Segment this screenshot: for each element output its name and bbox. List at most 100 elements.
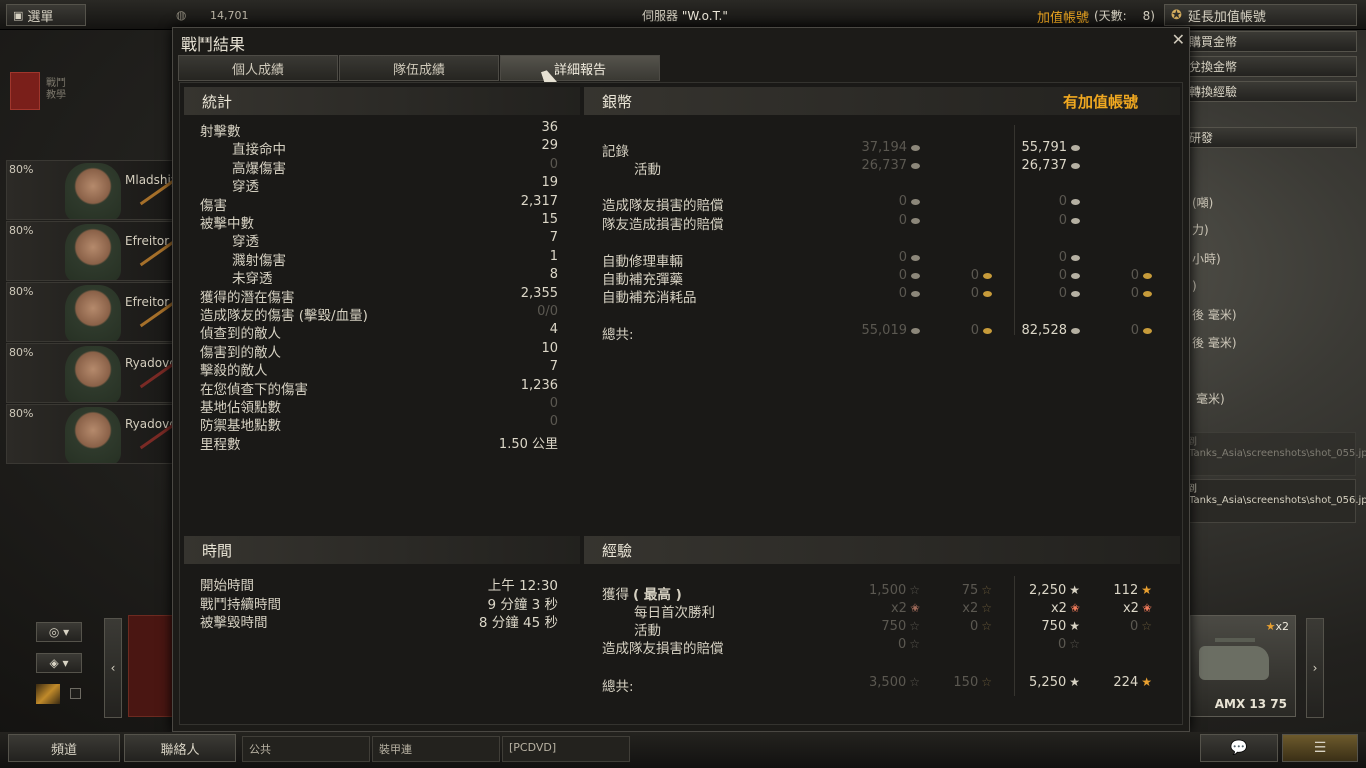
credits-icon	[1071, 144, 1080, 151]
research-button[interactable]: 研發	[1184, 127, 1357, 148]
xp-base-value: x2 ✬	[890, 601, 920, 616]
stat-value: 4	[549, 322, 558, 338]
silver-label: 記錄	[602, 144, 629, 160]
stat-value: 7	[549, 230, 558, 246]
xp-premium-value: 750 ★	[1041, 619, 1080, 634]
xp-base-value: 0 ☆	[897, 637, 920, 652]
silver-base-value: 0	[800, 268, 920, 283]
gold-icon	[1143, 272, 1152, 279]
stat-label: 基地佔領點數	[200, 400, 281, 416]
premium-account-column-label: 有加值帳號	[1062, 92, 1138, 111]
menu-icon: ▣	[13, 8, 24, 22]
premium-account-label: 加值帳號	[1037, 11, 1090, 26]
credits-icon	[911, 162, 920, 169]
crew-member-card[interactable]: 80% Ryadovo	[6, 404, 174, 464]
silver-label: 活動	[634, 162, 661, 178]
stat-label: 在您偵查下的傷害	[200, 381, 308, 398]
tutorial-book-icon	[10, 72, 40, 110]
time-value: 9 分鐘 3 秒	[487, 596, 558, 613]
crew-member-card[interactable]: 80% Ryadovo	[6, 343, 174, 403]
stat-label: 穿透	[232, 179, 259, 196]
notifications-list-icon[interactable]: ☰	[1282, 734, 1358, 762]
silver-base-value: 55,019	[800, 323, 920, 338]
channel-pcdvd[interactable]: [PCDVD]	[502, 736, 630, 762]
credits-icon	[911, 290, 920, 297]
xp-premium-value: x2 ✬	[1050, 601, 1080, 616]
xp-label: 每日首次勝利	[634, 605, 715, 621]
stat-label: 獲得的潛在傷害	[200, 289, 295, 306]
silver-premium-value: 82,528	[960, 323, 1080, 338]
credits-icon	[1071, 327, 1080, 334]
channel-company[interactable]: 裝甲連	[372, 736, 500, 762]
menu-button[interactable]: ▣ 選單	[6, 4, 86, 26]
silver-premium-gold: 0	[1080, 268, 1152, 283]
stat-value: 19	[541, 175, 558, 191]
silver-base-value: 0	[800, 194, 920, 209]
tank-name: AMX 13 75	[1214, 697, 1287, 711]
close-icon[interactable]: ✕	[1172, 30, 1185, 49]
stat-label: 傷害	[200, 197, 227, 214]
stat-value: 2,355	[520, 285, 558, 301]
tank-param-fragment: (噸)	[1192, 196, 1214, 210]
carousel-right-arrow[interactable]: ›	[1306, 618, 1324, 718]
tank-card[interactable]: ★x2 AMX 13 75	[1190, 615, 1296, 717]
silver-label: 自動補充彈藥	[602, 272, 683, 288]
convert-xp-button[interactable]: 轉換經驗	[1184, 81, 1357, 102]
silver-label: 自動修理車輛	[602, 254, 683, 270]
xp-premium-value: 5,250 ★	[1029, 675, 1080, 690]
stat-label: 偵查到的敵人	[200, 326, 281, 343]
silver-base-value: 0	[800, 213, 920, 228]
carousel-left-arrow[interactable]: ‹	[104, 618, 122, 718]
globe-filter-dropdown[interactable]: ◎ ▾	[36, 622, 82, 642]
report-content: 統計 銀幣 有加值帳號 時間 經驗 射擊數 36 直接命中 29 高爆傷害 0 穿透 19 傷害 2…	[179, 82, 1183, 725]
channels-button[interactable]: 頻道	[8, 734, 120, 762]
vehicle-slot[interactable]	[128, 615, 174, 717]
xp-base-value: 750 ☆	[881, 619, 920, 634]
tab-team-results[interactable]: 隊伍成績	[339, 55, 499, 81]
battle-results-dialog: 戰鬥結果 ✕ 個人成績 隊伍成績 詳細報告 統計 銀幣 有加值帳號 時間 經驗 射…	[172, 27, 1190, 732]
xp-label: 總共:	[602, 679, 634, 695]
top-bar: ▣ 選單 ◍ 14,701 伺服器 "W.o.T." 加值帳號 (天數: 8) …	[0, 0, 1366, 30]
premium-icon: ✪	[1171, 7, 1182, 23]
camo-toggle-icon[interactable]	[36, 684, 60, 704]
stat-value: 2,317	[520, 193, 558, 209]
stat-value: 1	[549, 248, 558, 264]
dialog-title: 戰鬥結果	[181, 35, 246, 54]
credits-icon	[1071, 272, 1080, 279]
crew-portrait	[65, 407, 121, 463]
time-label: 開始時間	[200, 578, 254, 594]
xp-label: 造成隊友損害的賠償	[602, 641, 724, 657]
silver-label: 總共:	[602, 327, 634, 343]
stat-label: 里程數	[200, 436, 241, 453]
silver-premium-value: 0	[960, 286, 1080, 301]
credits-icon	[1071, 162, 1080, 169]
time-value: 8 分鐘 45 秒	[478, 615, 558, 631]
silver-base-value: 0	[800, 250, 920, 265]
battle-tutorial-badge[interactable]: 戰鬥教學	[10, 72, 72, 112]
extend-premium-button[interactable]: ✪ 延長加值帳號	[1164, 4, 1357, 26]
tab-detailed-report[interactable]: 詳細報告	[500, 55, 660, 81]
nation-filter-dropdown[interactable]: ◈ ▾	[36, 653, 82, 673]
credits-icon	[1071, 290, 1080, 297]
exchange-gold-button[interactable]: 兌換金幣	[1184, 56, 1357, 77]
stat-label: 濺射傷害	[232, 252, 286, 269]
time-label: 被擊毀時間	[200, 615, 268, 631]
stat-label: 造成隊友的傷害 (擊毀/血量)	[200, 308, 368, 324]
channel-public[interactable]: 公共	[242, 736, 370, 762]
chat-icon[interactable]: 💬	[1200, 734, 1278, 762]
xp-label: 活動	[634, 623, 661, 639]
buy-gold-button[interactable]: 購買金幣	[1184, 31, 1357, 52]
checkbox[interactable]	[70, 688, 81, 699]
silver-premium-gold: 0	[1080, 323, 1152, 338]
credits-icon	[911, 198, 920, 205]
crew-portrait	[65, 224, 121, 280]
crew-member-card[interactable]: 80% Efreitor	[6, 221, 174, 281]
stat-value: 29	[541, 138, 558, 154]
crew-member-card[interactable]: 80% Efreitor	[6, 282, 174, 342]
crew-portrait	[65, 163, 121, 219]
crew-member-card[interactable]: 80% Mladshiy	[6, 160, 174, 220]
tank-param-fragment: 力)	[1192, 223, 1209, 237]
stat-value: 10	[541, 340, 558, 356]
contacts-button[interactable]: 聯絡人	[124, 734, 236, 762]
tab-personal-results[interactable]: 個人成績	[178, 55, 338, 81]
